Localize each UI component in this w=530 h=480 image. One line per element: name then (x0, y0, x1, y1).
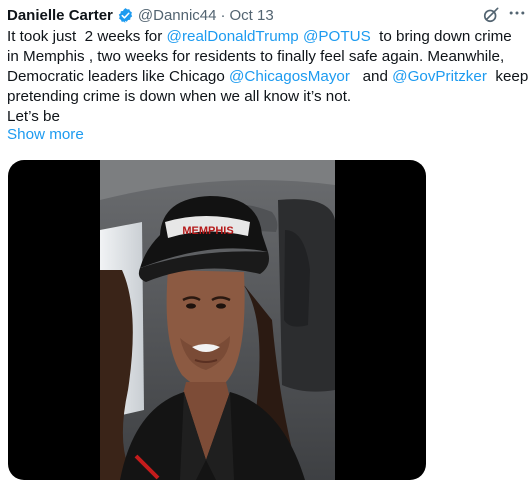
tweet-text-line: It took just 2 weeks for @realDonaldTrum… (7, 27, 527, 47)
tweet-header: Danielle Carter @Dannic44 · Oct 13 (7, 4, 274, 26)
mention-link[interactable]: @POTUS (303, 28, 371, 45)
mention-link[interactable]: @ChicagosMayor (229, 68, 350, 85)
separator: · (220, 6, 226, 24)
tweet-text: It took just 2 weeks for @realDonaldTrum… (7, 27, 529, 127)
tweet-text-line: Let’s be (7, 107, 527, 127)
author-handle[interactable]: @Dannic44 (138, 7, 217, 24)
tweet-text-line: in Memphis , two weeks for residents to … (7, 47, 527, 67)
author-name[interactable]: Danielle Carter (7, 7, 113, 24)
tweet-text-segment: in Memphis , two weeks for residents to … (7, 48, 505, 65)
tweet-text-segment: keep (486, 68, 529, 85)
tweet-text-segment: to bring down crime (370, 28, 512, 45)
tweet-text-segment: pretending crime is down when we all kno… (7, 88, 352, 105)
tweet-text-segment: It took just 2 weeks for (7, 28, 167, 45)
tweet-text-segment: Democratic leaders like Chicago (7, 68, 229, 85)
mention-link[interactable]: @GovPritzker (392, 68, 487, 85)
tweet-date[interactable]: Oct 13 (230, 7, 274, 24)
video-frame: MEMPHIS (100, 160, 335, 480)
tweet: Danielle Carter @Dannic44 · Oct 13 It to… (0, 0, 530, 480)
tweet-text-segment: Let’s be (7, 108, 60, 125)
tweet-text-line: Democratic leaders like Chicago @Chicago… (7, 67, 529, 87)
video-thumbnail-image: MEMPHIS (100, 160, 335, 480)
grok-icon[interactable] (481, 5, 501, 25)
cap-logo-text: MEMPHIS (182, 225, 233, 237)
mention-link[interactable]: @realDonaldTrump (167, 28, 299, 45)
video-player[interactable]: MEMPHIS (8, 160, 426, 480)
tweet-text-line: pretending crime is down when we all kno… (7, 87, 527, 107)
tweet-text-segment: and (349, 68, 393, 85)
more-options-icon[interactable] (507, 3, 527, 23)
verified-badge-icon (118, 7, 133, 23)
show-more-link[interactable]: Show more (7, 126, 84, 143)
